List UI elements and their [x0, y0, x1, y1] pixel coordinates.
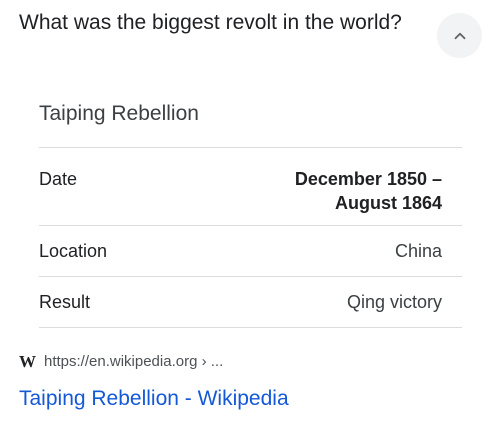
row-label-location: Location	[39, 241, 108, 261]
source-line[interactable]: W https://en.wikipedia.org › ...	[19, 352, 223, 372]
collapse-button[interactable]	[437, 13, 482, 58]
date-value-line1: December 1850 –	[294, 169, 442, 189]
result-link[interactable]: Taiping Rebellion - Wikipedia	[19, 385, 289, 413]
divider	[39, 225, 462, 226]
row-label-result: Result	[39, 292, 91, 312]
divider	[39, 147, 462, 148]
wikipedia-icon: W	[19, 352, 36, 371]
chevron-up-icon	[454, 32, 465, 39]
divider	[39, 327, 462, 328]
date-value-line2: August 1864	[334, 193, 442, 213]
question-heading: What was the biggest revolt in the world…	[19, 11, 402, 34]
divider	[39, 276, 462, 277]
row-value-location: China	[394, 241, 442, 261]
row-value-result: Qing victory	[346, 292, 442, 312]
row-label-date: Date	[39, 169, 78, 189]
row-value-date: December 1850 – August 1864	[242, 167, 442, 215]
card-title: Taiping Rebellion	[39, 102, 199, 125]
source-url[interactable]: https://en.wikipedia.org › ...	[44, 352, 223, 372]
